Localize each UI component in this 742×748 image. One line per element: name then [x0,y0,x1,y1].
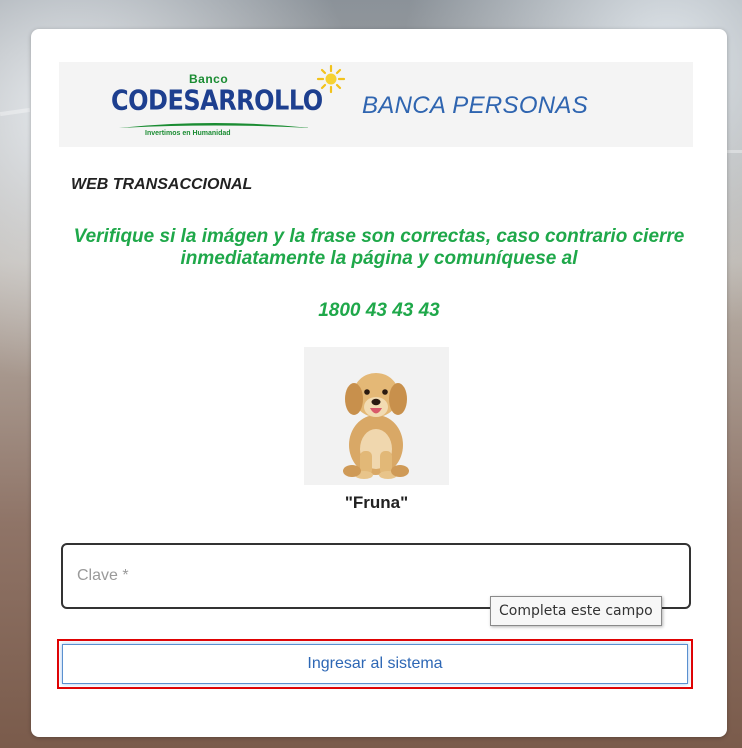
security-image [304,347,449,485]
logo-name-text: CODESARROLLO [111,84,323,117]
logo-tagline-text: Invertimos en Humanidad [145,130,231,137]
background-decoration [727,150,742,153]
security-phrase: "Fruna" [344,493,409,512]
puppy-icon [343,373,409,479]
login-card: Banco CODESARROLLO Invertimos en Humanid… [31,29,727,737]
bank-logo: Banco CODESARROLLO Invertimos en Humanid… [111,64,346,142]
background-decoration [0,107,31,117]
logo-swoosh-icon [119,123,311,128]
sun-icon [316,64,346,94]
banca-personas-title: BANCA PERSONAS [362,92,589,119]
web-transaccional-title: WEB TRANSACCIONAL [71,176,253,193]
verification-message: Verifique si la imágen y la frase son co… [73,226,685,269]
support-phone: 1800 43 43 43 [318,300,440,321]
validation-tooltip: Completa este campo [490,596,662,626]
login-button[interactable]: Ingresar al sistema [62,644,688,684]
logo-banner: Banco CODESARROLLO Invertimos en Humanid… [59,62,693,147]
